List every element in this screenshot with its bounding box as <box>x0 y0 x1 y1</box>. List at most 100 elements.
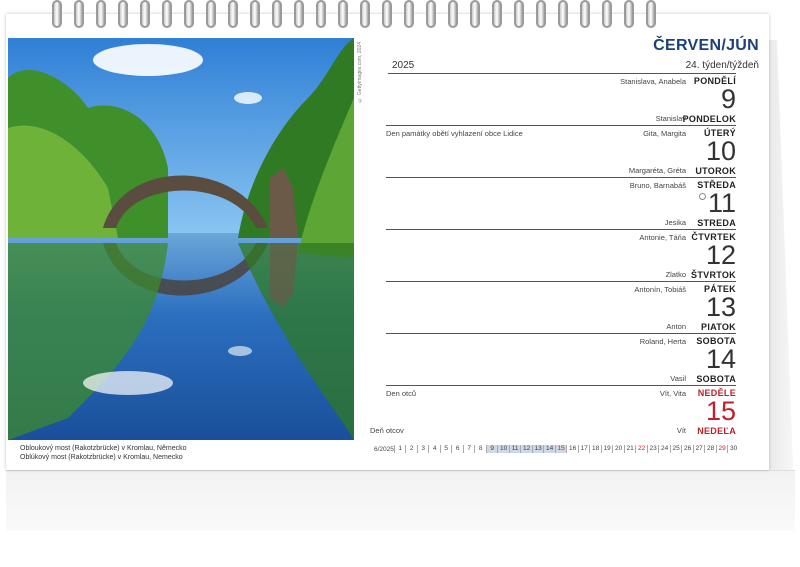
month-title: ČERVEN/JÚN <box>653 37 759 54</box>
calendar-base <box>6 470 795 531</box>
event-sk: Deň otcov <box>370 426 404 435</box>
mini-month-day: 20 <box>612 445 624 453</box>
day-number: 14 <box>705 344 736 374</box>
binding-ring <box>382 0 392 28</box>
weekday-sk: STREDA <box>697 218 736 228</box>
weekday-sk: SOBOTA <box>696 374 736 384</box>
mini-month-day: 24 <box>658 445 670 453</box>
mini-month-day: 16 <box>566 445 578 453</box>
mini-month-day: 9 <box>485 445 498 453</box>
binding-ring <box>580 0 590 28</box>
weekday-sk: ŠTVRTOK <box>691 270 736 280</box>
mini-month-day: 8 <box>474 445 486 453</box>
day-number: 10 <box>705 136 736 166</box>
binding-ring <box>470 0 480 28</box>
photo-credit: © GettyImages.com, 2024 <box>357 42 363 103</box>
nameday-cz: Stanislava, Anabela <box>620 77 686 86</box>
mini-month-day: 3 <box>416 445 429 453</box>
mini-month-day: 11 <box>508 445 521 453</box>
nameday-sk: Margaréta, Gréta <box>628 166 686 175</box>
mini-month-strip: 6/2025 1 2 3 4 5 6 7 8 9 10 11 12 13 14 15 16 17 18 19 20 21… <box>374 444 739 454</box>
day-number: 9 <box>720 84 736 114</box>
day-row[interactable]: PÁTEK 13 PIATOK Antonín, Tobiáš Anton <box>376 282 736 334</box>
year-label: 2025 <box>392 60 415 71</box>
mini-month-day: 28 <box>704 445 716 453</box>
mini-month-day: 13 <box>531 445 544 453</box>
mini-month-day: 22 <box>635 445 647 453</box>
mini-month-day: 23 <box>646 445 659 453</box>
binding-ring <box>294 0 304 28</box>
mini-month-day: 14 <box>543 445 555 453</box>
calendar-stand <box>765 40 795 520</box>
mini-month-day: 30 <box>727 445 739 453</box>
day-number: 13 <box>705 292 736 322</box>
binding-ring <box>360 0 370 28</box>
nameday-cz: Roland, Herta <box>639 337 686 346</box>
day-row[interactable]: NEDĚLE 15 NEDEĽA Vít, Vita Vít Den otců Deň ot… <box>370 386 736 438</box>
nameday-cz: Vít, Vita <box>659 389 686 398</box>
weekday-sk: PIATOK <box>701 322 736 332</box>
binding-ring <box>250 0 260 28</box>
binding-ring <box>228 0 238 28</box>
mini-month-day: 17 <box>577 445 590 453</box>
binding-ring <box>536 0 546 28</box>
mini-month-day: 12 <box>520 445 532 453</box>
binding-ring <box>338 0 348 28</box>
nameday-sk: Anton <box>666 322 686 331</box>
binding-ring <box>624 0 634 28</box>
mini-month-day: 1 <box>393 445 406 453</box>
caption-cz: Obloukový most (Rakotzbrücke) v Kromlau,… <box>20 445 187 452</box>
mini-month-day: 7 <box>462 445 475 453</box>
mini-month-day: 4 <box>428 445 440 453</box>
mini-month-day: 6 <box>451 445 463 453</box>
binding-ring <box>118 0 128 28</box>
binding-ring <box>184 0 194 28</box>
nameday-cz: Gita, Margita <box>643 129 686 138</box>
caption-sk: Oblúkový most (Rakotzbrücke) v Kromlau, … <box>20 454 183 461</box>
binding-ring <box>272 0 282 28</box>
binding-ring <box>558 0 568 28</box>
binding-ring <box>162 0 172 28</box>
mini-month-day: 19 <box>600 445 613 453</box>
mini-month-day: 2 <box>405 445 417 453</box>
day-row[interactable]: ČTVRTEK 12 ŠTVRTOK Antonie, Táňa Zlatko <box>376 230 736 282</box>
binding-ring <box>514 0 524 28</box>
binding-ring <box>426 0 436 28</box>
nameday-sk: Vasil <box>670 374 686 383</box>
day-number: 15 <box>705 396 736 426</box>
nameday-cz: Antonie, Táňa <box>639 233 686 242</box>
binding-ring <box>206 0 216 28</box>
day-row[interactable]: STŘEDA 11 STREDA Bruno, Barnabáš Jesika <box>376 178 736 230</box>
nameday-cz: Bruno, Barnabáš <box>629 181 686 190</box>
mini-month-day: 25 <box>669 445 682 453</box>
day-number: 12 <box>705 240 736 270</box>
mini-month-label: 6/2025 <box>374 445 394 453</box>
mini-month-day: 29 <box>715 445 728 453</box>
event-cz: Den památky obětí vyhlazení obce Lidice <box>386 129 523 138</box>
nameday-cz: Antonín, Tobiáš <box>634 285 686 294</box>
nameday-sk: Vít <box>676 426 686 435</box>
day-row[interactable]: ÚTERÝ 10 UTOROK Gita, Margita Margaréta, Gré… <box>376 126 736 178</box>
day-row[interactable]: PONDĚLÍ 9 PONDELOK Stanislava, Anabela Stani… <box>376 74 736 126</box>
mini-month-day: 21 <box>623 445 636 453</box>
day-row[interactable]: SOBOTA 14 SOBOTA Roland, Herta Vasil <box>376 334 736 386</box>
binding-ring <box>646 0 656 28</box>
landscape-photo <box>8 38 354 440</box>
weekday-sk: PONDELOK <box>682 114 736 124</box>
mini-month-day: 15 <box>554 445 567 453</box>
mini-month-day: 26 <box>681 445 693 453</box>
binding-ring <box>404 0 414 28</box>
mini-month-day: 10 <box>497 445 509 453</box>
mini-month-day: 27 <box>692 445 705 453</box>
nameday-sk: Stanislav <box>655 114 686 123</box>
spiral-binding <box>52 0 752 30</box>
binding-ring <box>74 0 84 28</box>
binding-ring <box>96 0 106 28</box>
weekday-sk: NEDEĽA <box>697 426 736 436</box>
nameday-sk: Zlatko <box>665 270 686 279</box>
hole-marker <box>699 193 706 200</box>
binding-ring <box>316 0 326 28</box>
binding-ring <box>140 0 150 28</box>
photo-caption: Obloukový most (Rakotzbrücke) v Kromlau,… <box>20 444 187 462</box>
binding-ring <box>492 0 502 28</box>
